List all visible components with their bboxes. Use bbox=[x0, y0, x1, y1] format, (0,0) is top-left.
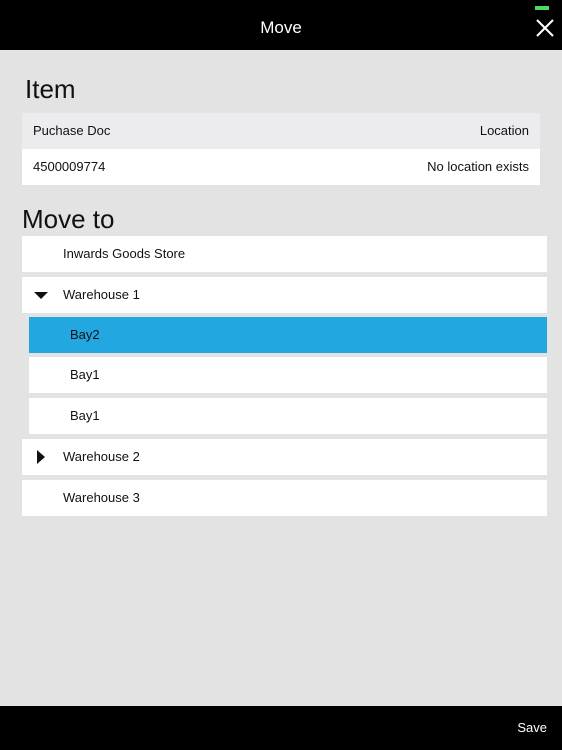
item-table-row: 4500009774 No location exists bbox=[22, 149, 540, 185]
location-label: Inwards Goods Store bbox=[63, 246, 186, 261]
location-item-bay2[interactable]: Bay2 bbox=[29, 317, 547, 353]
location-label: Bay2 bbox=[70, 327, 100, 342]
item-table-header: Puchase Doc Location bbox=[22, 113, 540, 149]
location-item-inwards-goods-store[interactable]: Inwards Goods Store bbox=[22, 236, 547, 272]
battery-indicator bbox=[535, 6, 549, 10]
triangle-right-icon[interactable] bbox=[37, 450, 45, 464]
location-label: Bay1 bbox=[70, 367, 100, 382]
move-to-section-title: Move to bbox=[22, 204, 115, 234]
purchase-doc-value: 4500009774 bbox=[33, 159, 106, 174]
location-item-warehouse-3[interactable]: Warehouse 3 bbox=[22, 480, 547, 516]
bottom-bar: Save bbox=[0, 706, 562, 750]
column-header-location: Location bbox=[479, 123, 529, 138]
close-icon[interactable] bbox=[535, 18, 555, 38]
location-label: Warehouse 2 bbox=[63, 449, 140, 464]
location-item-bay1[interactable]: Bay1 bbox=[29, 357, 547, 393]
item-section-title: Item bbox=[25, 74, 76, 104]
location-item-warehouse-2[interactable]: Warehouse 2 bbox=[22, 439, 547, 475]
triangle-down-icon[interactable] bbox=[34, 292, 48, 299]
top-bar: Move bbox=[0, 0, 562, 50]
location-item-bay1[interactable]: Bay1 bbox=[29, 398, 547, 434]
screen-title: Move bbox=[260, 18, 302, 37]
location-label: Bay1 bbox=[70, 408, 100, 423]
location-item-warehouse-1[interactable]: Warehouse 1 bbox=[22, 277, 547, 313]
location-label: Warehouse 3 bbox=[63, 490, 140, 505]
location-label: Warehouse 1 bbox=[63, 287, 140, 302]
save-button[interactable]: Save bbox=[517, 706, 547, 750]
location-value: No location exists bbox=[427, 159, 529, 174]
column-header-purchase-doc: Puchase Doc bbox=[33, 123, 111, 138]
